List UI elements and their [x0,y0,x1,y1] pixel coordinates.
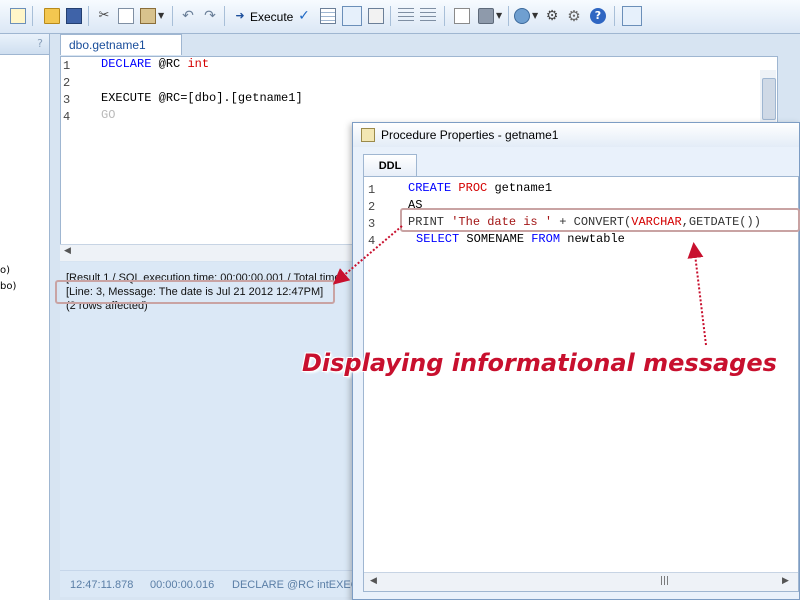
scroll-right-arrow-icon[interactable]: ▶ [782,576,789,586]
column-name: SOMENAME [466,232,525,246]
line-number: 3 [63,93,71,107]
annotation-caption: Displaying informational messages [302,349,777,377]
line-number: 4 [368,234,376,248]
toolbar-separator [88,6,89,26]
toolbar-separator [172,6,173,26]
indent-icon[interactable] [398,8,414,24]
tree-item-fragment[interactable]: bo) [0,281,16,292]
execute-icon[interactable]: ➜ [232,8,248,24]
code-line: SELECT SOMENAME FROM newtable [416,232,625,246]
ddl-horizontal-scrollbar[interactable]: ◀ ||| ▶ [364,572,798,591]
toolbar-separator [444,6,445,26]
database-icon[interactable] [514,8,530,24]
procedure-icon [361,128,375,142]
statement: @RC=[dbo].[getname1] [158,91,303,105]
paste-icon[interactable] [140,8,156,24]
variable: @RC [158,57,181,71]
panel-help-icon[interactable]: ? [37,37,43,50]
keyword: FROM [531,232,561,246]
scroll-left-arrow-icon[interactable]: ◀ [370,576,377,586]
copy-icon[interactable] [118,8,134,24]
code-line: CREATE PROC getname1 [408,181,552,195]
toolbar: ✂ ▼ ↶ ↷ ➜ Execute ✓ ▼ ▼ ⚙ ⚙ ? [0,0,800,34]
scroll-left-arrow-icon[interactable]: ◀ [64,246,71,256]
open-folder-icon[interactable] [44,8,60,24]
scrollbar-grip-icon[interactable]: ||| [660,576,669,586]
outdent-icon[interactable] [420,8,436,24]
status-bar: 12:47:11.878 00:00:00.016 DECLARE @RC in… [60,570,367,597]
undo-icon[interactable]: ↶ [180,8,196,24]
help-icon[interactable]: ? [590,8,606,24]
object-explorer-panel: ? o) bo) [0,34,50,600]
line-number: 1 [63,59,71,73]
line-number: 3 [368,217,376,231]
tree-item-fragment[interactable]: o) [0,265,10,276]
code-line: GO [101,108,116,122]
line-number: 4 [63,110,71,124]
query-options-icon[interactable]: ⚙ [544,8,560,24]
editor-tab[interactable]: dbo.getname1 (3)× [60,34,182,72]
toolbar-separator [32,6,33,26]
toolbar-separator [224,6,225,26]
toolbar-separator [390,6,391,26]
procedure-name: getname1 [494,181,553,195]
toolbar-separator [508,6,509,26]
scrollbar-thumb[interactable] [762,78,776,120]
copy-cell-icon[interactable] [454,8,470,24]
database-dropdown-icon[interactable]: ▼ [532,8,540,24]
save-icon[interactable] [66,8,82,24]
tab-ddl[interactable]: DDL [363,154,417,176]
check-syntax-icon[interactable]: ✓ [296,8,312,24]
print-dropdown-icon[interactable]: ▼ [496,8,504,24]
keyword: DECLARE [101,57,152,71]
status-query: DECLARE @RC intEXECU [232,579,367,591]
type: int [187,57,210,71]
cut-icon[interactable]: ✂ [96,8,112,24]
print-icon[interactable] [478,8,494,24]
editor-horizontal-scrollbar[interactable]: ◀ [60,244,360,261]
results-text-icon[interactable] [342,6,362,26]
paste-dropdown-icon[interactable]: ▼ [158,8,166,24]
message-highlight-box [55,280,335,304]
execute-button[interactable]: Execute [250,10,293,24]
table-name: newtable [567,232,625,246]
line-number-gutter: 1 2 3 4 [61,57,87,247]
results-grid-icon[interactable] [320,8,336,24]
results-file-icon[interactable] [368,8,384,24]
code-line: DECLARE @RC int [101,57,209,71]
keyword: SELECT [416,232,460,246]
gear-icon[interactable]: ⚙ [566,8,582,24]
code-line: EXECUTE @RC=[dbo].[getname1] [101,91,303,105]
status-duration: 00:00:00.016 [150,579,215,591]
redo-icon[interactable]: ↷ [202,8,218,24]
messages-pane: [Result 1 / SQL execution time: 00:00:00… [60,262,360,570]
dialog-title: Procedure Properties - getname1 [381,128,559,142]
keyword: CREATE [408,181,452,195]
properties-icon[interactable] [10,8,26,24]
keyword: PROC [458,181,488,195]
format-sql-icon[interactable] [622,6,642,26]
status-time: 12:47:11.878 [70,579,134,591]
line-number: 2 [63,76,71,90]
line-number: 2 [368,200,376,214]
line-number: 1 [368,183,376,197]
dialog-title-bar[interactable]: Procedure Properties - getname1 [353,123,799,147]
toolbar-separator [614,6,615,26]
object-explorer-header: ? [0,34,49,55]
ddl-editor[interactable]: 1 2 3 4 CREATE PROC getname1 AS PRINT 'T… [363,176,799,592]
keyword: EXECUTE [101,91,152,105]
print-statement-highlight-box [400,208,800,232]
